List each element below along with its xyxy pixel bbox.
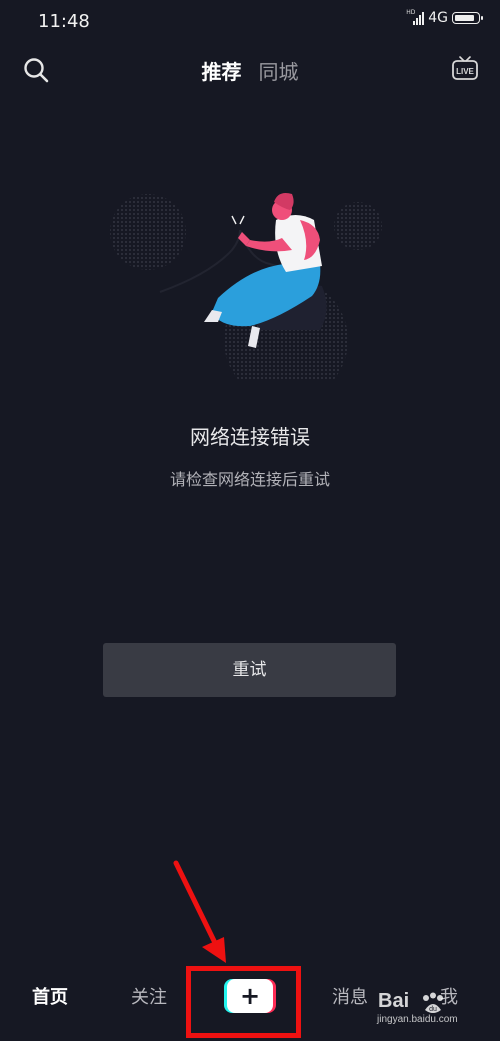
tab-recommended[interactable]: 推荐 xyxy=(201,56,241,85)
baidu-watermark: Bai du jingyan.baidu.com xyxy=(377,990,474,1030)
annotation-arrow xyxy=(173,860,226,963)
signal-icon: HD xyxy=(406,9,425,25)
error-subtitle: 请检查网络连接后重试 xyxy=(169,470,330,489)
nav-messages[interactable]: 消息 xyxy=(332,983,368,1009)
live-label: LIVE xyxy=(456,67,474,76)
live-tv-icon[interactable]: LIVE xyxy=(450,54,480,84)
watermark-du: du xyxy=(429,1006,437,1013)
status-time: 11:48 xyxy=(38,11,90,32)
network-type: 4G xyxy=(428,10,448,26)
status-bar: 11:48 HD 4G xyxy=(0,0,500,44)
nav-following[interactable]: 关注 xyxy=(131,983,167,1009)
tab-nearby[interactable]: 同城 xyxy=(259,56,299,85)
create-video-button[interactable]: + xyxy=(224,979,276,1013)
baidu-paw-icon: du xyxy=(423,992,443,1013)
watermark-brand: Bai xyxy=(378,990,410,1012)
top-nav: 推荐 同城 LIVE xyxy=(0,50,500,90)
nav-home[interactable]: 首页 xyxy=(32,983,68,1009)
watermark-url: jingyan.baidu.com xyxy=(377,1014,458,1025)
plus-icon: + xyxy=(239,982,261,1010)
retry-button[interactable]: 重试 xyxy=(103,643,396,697)
feed-tabs: 推荐 同城 xyxy=(0,56,500,85)
error-title: 网络连接错误 xyxy=(190,425,310,449)
status-indicators: HD 4G xyxy=(406,9,483,26)
network-error-illustration xyxy=(100,180,400,402)
battery-icon xyxy=(452,12,483,24)
